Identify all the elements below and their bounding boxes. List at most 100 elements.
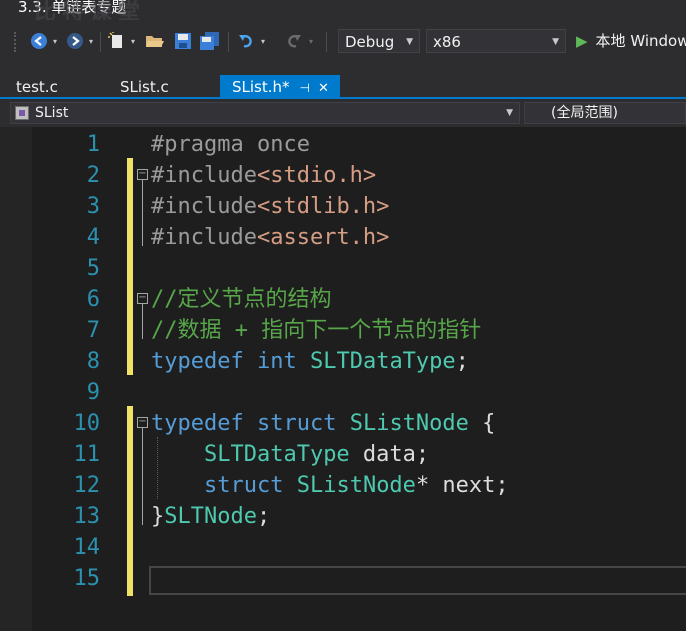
line-number: 10: [73, 411, 101, 436]
punctuation: {: [468, 411, 496, 436]
undo-dropdown-icon[interactable]: ▾: [258, 30, 268, 52]
line-number: 12: [73, 473, 101, 498]
pin-icon[interactable]: ⊣: [300, 81, 310, 95]
tab-slist-h[interactable]: SList.h* ⊣ ✕: [220, 75, 340, 99]
line-number: 7: [86, 318, 100, 343]
code-line[interactable]: 10 typedef struct SListNode {: [0, 408, 686, 439]
toolbar-separator: [100, 32, 101, 52]
tab-label: SList.h*: [232, 78, 290, 96]
code-line[interactable]: 11 SLTDataType data;: [0, 439, 686, 470]
platform-value: x86: [433, 33, 461, 51]
line-number: 2: [86, 163, 100, 188]
redo-icon[interactable]: [282, 30, 304, 52]
forward-dropdown-icon[interactable]: ▾: [86, 30, 96, 52]
code-line[interactable]: 15: [0, 563, 686, 594]
toolbar-separator: [228, 32, 229, 52]
code-line[interactable]: 8 typedef int SLTDataType;: [0, 346, 686, 377]
line-number: 11: [73, 442, 101, 467]
scope-value: (全局范围): [551, 105, 618, 121]
scope-dropdown[interactable]: (全局范围): [524, 102, 686, 124]
navigation-bar: SList ▼ (全局范围): [0, 99, 686, 127]
line-number: 5: [86, 256, 100, 281]
preprocessor-directive: #include: [151, 194, 257, 219]
code-line[interactable]: 3 #include<stdlib.h>: [0, 191, 686, 222]
type-name: SLTDataType: [309, 349, 456, 374]
code-line[interactable]: 7 //数据 + 指向下一个节点的指针: [0, 315, 686, 346]
code-comment: //定义节点的结构: [151, 287, 332, 312]
code-line[interactable]: 2 #include<stdio.h>: [0, 160, 686, 191]
play-icon: ▶: [576, 32, 588, 50]
line-number: 4: [86, 225, 100, 250]
chevron-down-icon: ▼: [406, 37, 413, 47]
include-file: <stdlib.h>: [256, 194, 390, 219]
type-name: SLTDataType: [203, 442, 350, 467]
start-debugging-button[interactable]: ▶ 本地 Window: [576, 29, 686, 53]
code-line[interactable]: 5: [0, 253, 686, 284]
save-icon[interactable]: [172, 30, 194, 52]
line-number: 1: [86, 132, 100, 157]
back-dropdown-icon[interactable]: ▾: [50, 30, 60, 52]
configuration-select[interactable]: Debug ▼: [338, 29, 420, 53]
code-comment: //数据 + 指向下一个节点的指针: [151, 318, 482, 343]
preprocessor-directive: #include: [151, 225, 257, 250]
tab-label: test.c: [16, 78, 58, 96]
punctuation: ;: [256, 504, 271, 529]
back-icon[interactable]: [28, 30, 50, 52]
chevron-down-icon: ▼: [552, 37, 559, 47]
toolbar-separator: [326, 32, 327, 52]
window-title-bar: 3.3. 单链表专题 比特课堂: [0, 0, 686, 20]
tab-slist-c[interactable]: SList.c: [108, 75, 181, 99]
new-project-icon[interactable]: [106, 30, 128, 52]
keyword: typedef: [151, 411, 244, 436]
include-file: <stdio.h>: [256, 163, 377, 188]
document-tabs: test.c SList.c SList.h* ⊣ ✕: [0, 64, 686, 99]
type-name: SLTNode: [164, 504, 257, 529]
line-number: 6: [86, 287, 100, 312]
punctuation: }: [151, 504, 165, 529]
chevron-down-icon: ▼: [506, 108, 513, 118]
keyword: int: [256, 349, 297, 374]
type-name: SListNode: [349, 411, 469, 436]
open-folder-icon[interactable]: [144, 30, 166, 52]
include-file: <assert.h>: [256, 225, 390, 250]
type-name: SListNode: [296, 473, 416, 498]
punctuation: ;: [455, 349, 469, 374]
redo-dropdown-icon[interactable]: ▾: [306, 30, 316, 52]
start-debugging-label: 本地 Window: [595, 32, 686, 50]
close-icon[interactable]: ✕: [318, 81, 329, 96]
code-line[interactable]: 6 //定义节点的结构: [0, 284, 686, 315]
keyword: typedef: [151, 349, 244, 374]
preprocessor-directive: #include: [151, 163, 257, 188]
platform-select[interactable]: x86 ▼: [426, 29, 566, 53]
forward-icon[interactable]: [64, 30, 86, 52]
member-declaration: data;: [349, 442, 430, 467]
line-number: 13: [73, 504, 101, 529]
code-line[interactable]: 12 struct SListNode* next;: [0, 470, 686, 501]
project-icon: [15, 106, 29, 120]
line-number: 8: [86, 349, 100, 374]
save-all-icon[interactable]: [198, 30, 222, 52]
line-number: 9: [86, 380, 100, 405]
toolbar-grip[interactable]: [14, 32, 20, 52]
project-scope-dropdown[interactable]: SList ▼: [10, 102, 520, 124]
code-line[interactable]: 13 }SLTNode;: [0, 501, 686, 532]
tab-label: SList.c: [120, 78, 169, 96]
member-declaration: * next;: [415, 473, 509, 498]
preprocessor-directive: #pragma once: [151, 132, 310, 157]
code-line[interactable]: 9: [0, 377, 686, 408]
line-number: 14: [73, 535, 101, 560]
new-dropdown-icon[interactable]: ▾: [128, 30, 138, 52]
line-number: 3: [86, 194, 100, 219]
configuration-value: Debug: [345, 33, 395, 51]
code-line[interactable]: 4 #include<assert.h>: [0, 222, 686, 253]
keyword: struct: [203, 473, 284, 498]
code-editor[interactable]: − − − 1 #pragma once 2 #include<stdio.h>…: [0, 127, 686, 631]
tab-test-c[interactable]: test.c: [4, 75, 70, 99]
line-number: 15: [73, 566, 101, 591]
code-line[interactable]: 14: [0, 532, 686, 563]
code-line[interactable]: 1 #pragma once: [0, 129, 686, 160]
undo-icon[interactable]: [236, 30, 258, 52]
keyword: struct: [256, 411, 337, 436]
toolbar: ▾ ▾ ▾ ▾ ▾ Debug ▼ x86 ▼ ▶ 本地 Window: [0, 20, 686, 64]
watermark: 比特课堂: [34, 0, 147, 21]
